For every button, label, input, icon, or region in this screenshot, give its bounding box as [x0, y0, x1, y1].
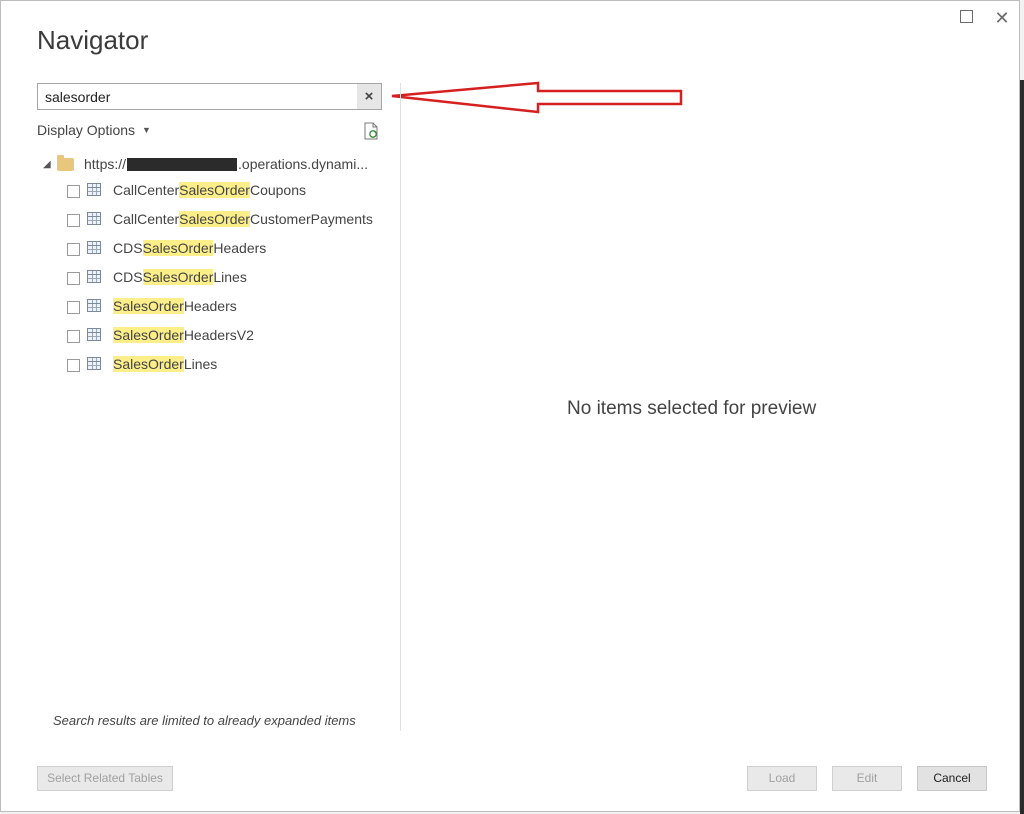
search-match-highlight: SalesOrder	[179, 211, 250, 227]
dialog-title: Navigator	[37, 25, 149, 55]
load-button[interactable]: Load	[747, 766, 817, 791]
label-suffix: Headers	[183, 298, 237, 314]
table-icon	[87, 212, 101, 225]
tree-item-label[interactable]: CDSSalesOrderLines	[113, 269, 247, 285]
label-suffix: Coupons	[249, 182, 306, 198]
item-checkbox[interactable]	[67, 301, 80, 314]
tree-item-label[interactable]: SalesOrderHeadersV2	[113, 327, 254, 343]
tree-item[interactable]: CDSSalesOrderHeaders	[41, 235, 386, 264]
navigator-tree: ◢ https:// .operations.dynami... CallCent…	[41, 155, 386, 380]
root-url-prefix: https://	[84, 156, 127, 172]
item-checkbox[interactable]	[67, 330, 80, 343]
display-options-dropdown[interactable]: Display Options ▼	[37, 122, 151, 138]
tree-item[interactable]: CallCenterSalesOrderCustomerPayments	[41, 206, 386, 235]
search-match-highlight: SalesOrder	[142, 240, 214, 256]
tree-item-label[interactable]: SalesOrderLines	[113, 356, 217, 372]
table-icon	[87, 299, 101, 312]
label-suffix: Lines	[183, 356, 218, 372]
tree-item-label[interactable]: CallCenterSalesOrderCustomerPayments	[113, 211, 373, 227]
clear-search-icon[interactable]: ×	[357, 84, 381, 109]
label-prefix: CallCenter	[113, 211, 180, 227]
item-checkbox[interactable]	[67, 243, 80, 256]
item-checkbox[interactable]	[67, 185, 80, 198]
label-prefix: CDS	[113, 269, 143, 285]
tree-item[interactable]: SalesOrderLines	[41, 351, 386, 380]
item-checkbox[interactable]	[67, 272, 80, 285]
cancel-button[interactable]: Cancel	[917, 766, 987, 791]
label-suffix: HeadersV2	[183, 327, 254, 343]
tree-item-label[interactable]: CDSSalesOrderHeaders	[113, 240, 266, 256]
search-input[interactable]: salesorder ×	[37, 83, 382, 110]
refresh-icon[interactable]	[363, 122, 379, 140]
search-note: Search results are limited to already ex…	[53, 713, 356, 728]
tree-item-label[interactable]: SalesOrderHeaders	[113, 298, 237, 314]
maximize-icon[interactable]	[955, 7, 977, 29]
tree-item[interactable]: SalesOrderHeaders	[41, 293, 386, 322]
navigator-dialog: ✕ Navigator salesorder × Display Options…	[0, 0, 1020, 812]
tree-root-node[interactable]: ◢ https:// .operations.dynami...	[41, 155, 386, 177]
label-suffix: CustomerPayments	[249, 211, 373, 227]
edit-button[interactable]: Edit	[832, 766, 902, 791]
label-suffix: Headers	[213, 240, 267, 256]
tree-item[interactable]: CDSSalesOrderLines	[41, 264, 386, 293]
tree-items: CallCenterSalesOrderCoupons CallCenterSal…	[41, 177, 386, 380]
label-prefix: CallCenter	[113, 182, 180, 198]
select-related-tables-button[interactable]: Select Related Tables	[37, 766, 173, 791]
search-match-highlight: SalesOrder	[113, 298, 184, 314]
item-checkbox[interactable]	[67, 214, 80, 227]
tree-item[interactable]: CallCenterSalesOrderCoupons	[41, 177, 386, 206]
background-window-edge	[1020, 80, 1024, 814]
display-options-label: Display Options	[37, 122, 136, 138]
tree-item-label[interactable]: CallCenterSalesOrderCoupons	[113, 182, 306, 198]
expand-triangle-icon[interactable]: ◢	[43, 159, 51, 170]
label-prefix: CDS	[113, 240, 143, 256]
search-match-highlight: SalesOrder	[179, 182, 250, 198]
table-icon	[87, 270, 101, 283]
pane-divider	[400, 83, 401, 731]
table-icon	[87, 328, 101, 341]
search-match-highlight: SalesOrder	[113, 356, 184, 372]
table-icon	[87, 357, 101, 370]
table-icon	[87, 183, 101, 196]
red-arrow-annotation	[391, 81, 683, 114]
table-icon	[87, 241, 101, 254]
redacted-text	[127, 158, 238, 171]
root-url: https:// .operations.dynami...	[84, 156, 368, 172]
item-checkbox[interactable]	[67, 359, 80, 372]
preview-message: No items selected for preview	[567, 398, 817, 419]
folder-icon	[57, 155, 74, 171]
chevron-down-icon: ▼	[142, 125, 151, 135]
tree-item[interactable]: SalesOrderHeadersV2	[41, 322, 386, 351]
search-match-highlight: SalesOrder	[113, 327, 184, 343]
root-url-suffix: .operations.dynami...	[238, 156, 368, 172]
search-match-highlight: SalesOrder	[142, 269, 214, 285]
search-input-value[interactable]: salesorder	[45, 89, 110, 105]
close-icon[interactable]: ✕	[991, 7, 1013, 29]
label-suffix: Lines	[213, 269, 247, 285]
